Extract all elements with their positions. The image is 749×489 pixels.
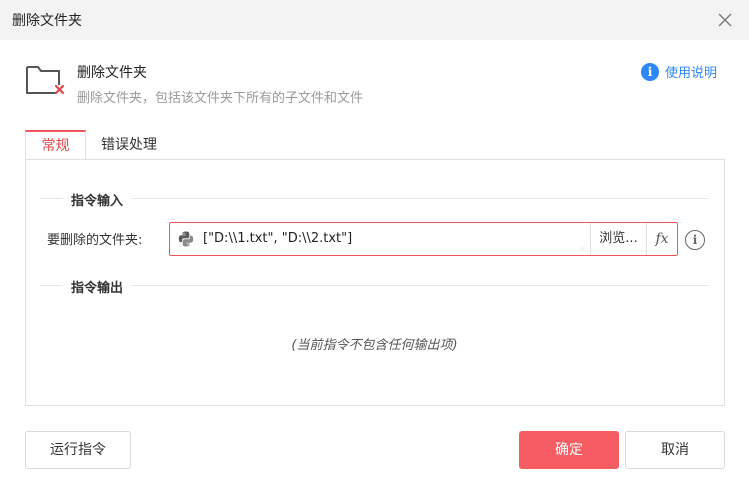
tab-general[interactable]: 常规	[25, 130, 86, 160]
dialog-title: 删除文件夹	[12, 13, 82, 29]
folder-path-value: ["D:\\1.txt", "D:\\2.txt"]	[203, 231, 353, 246]
command-description: 删除文件夹，包括该文件夹下所有的子文件和文件	[77, 91, 364, 106]
section-input-title: 指令输入	[63, 190, 132, 209]
browse-button[interactable]: 浏览...	[590, 223, 646, 255]
field-info-icon[interactable]: i	[685, 230, 705, 250]
tab-error-handling[interactable]: 错误处理	[86, 130, 172, 160]
section-divider	[40, 198, 709, 199]
folder-path-input[interactable]: ["D:\\1.txt", "D:\\2.txt"] ⁘ 浏览... fx	[169, 222, 678, 256]
help-link[interactable]: i 使用说明	[641, 62, 717, 81]
cancel-button[interactable]: 取消	[625, 431, 725, 469]
dialog-titlebar: 删除文件夹	[0, 0, 749, 40]
python-icon	[178, 231, 194, 247]
section-divider	[40, 285, 709, 286]
help-label: 使用说明	[665, 66, 718, 81]
ok-button[interactable]: 确定	[519, 431, 619, 469]
run-command-button[interactable]: 运行指令	[25, 431, 131, 469]
field-label: 要删除的文件夹:	[47, 233, 143, 248]
section-output-title: 指令输出	[63, 277, 132, 296]
resize-grip-icon[interactable]: ⁘	[579, 244, 586, 253]
close-icon[interactable]	[716, 11, 734, 29]
expression-button[interactable]: fx	[646, 223, 677, 255]
command-title: 删除文件夹	[77, 65, 147, 81]
info-icon: i	[641, 62, 659, 81]
output-empty-note: (当前指令不包含任何输出项)	[291, 338, 458, 353]
folder-delete-icon	[26, 66, 65, 95]
